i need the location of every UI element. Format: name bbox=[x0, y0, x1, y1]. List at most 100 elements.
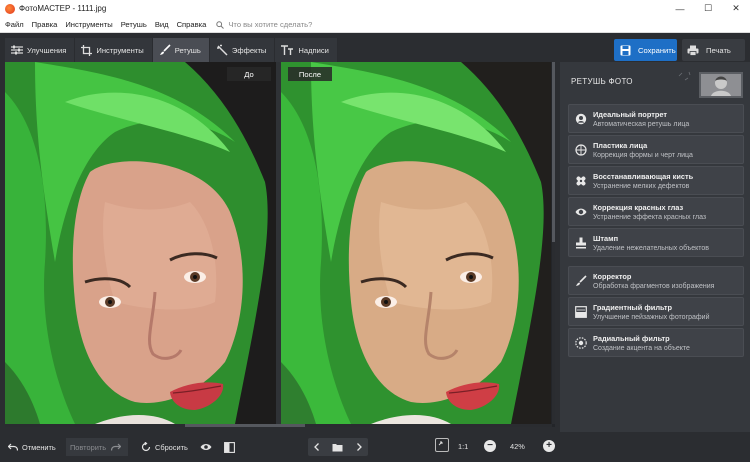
portrait-icon bbox=[574, 112, 588, 126]
tool-title: Радиальный фильтр bbox=[593, 334, 670, 343]
tool-title: Штамп bbox=[593, 234, 619, 243]
tool-title: Восстанавливающая кисть bbox=[593, 172, 694, 181]
tab-label: Ретушь bbox=[174, 45, 201, 55]
zoom-actual-size-button[interactable]: 1:1 bbox=[458, 442, 468, 451]
minimize-button[interactable]: — bbox=[666, 0, 694, 17]
text-icon bbox=[281, 45, 294, 55]
fit-icon bbox=[438, 441, 443, 446]
tool-description: Обработка фрагментов изображения bbox=[593, 283, 715, 290]
stamp-icon bbox=[574, 236, 588, 250]
tool-description: Удаление нежелательных объектов bbox=[593, 245, 709, 252]
tool-description: Устранение мелких дефектов bbox=[593, 183, 690, 190]
tool-title: Идеальный портрет bbox=[593, 110, 667, 119]
tab-enhancements[interactable]: Улучшения bbox=[5, 38, 76, 62]
title-bar: ФотоМАСТЕР - 1111.jpg — ☐ ✕ bbox=[0, 0, 750, 17]
scrollbar-thumb[interactable] bbox=[185, 424, 305, 427]
tab-bar: Улучшения Инструменты Ретушь Эффекты Над… bbox=[5, 38, 338, 62]
chevron-right-icon[interactable] bbox=[356, 443, 362, 451]
after-label: После bbox=[288, 67, 332, 81]
tool-radial-filter[interactable]: Радиальный фильтр Создание акцента на об… bbox=[568, 328, 744, 357]
retouch-tool-list: Идеальный портрет Автоматическая ретушь … bbox=[568, 104, 744, 359]
tool-corrector[interactable]: Корректор Обработка фрагментов изображен… bbox=[568, 266, 744, 295]
redo-button[interactable]: Повторить bbox=[66, 438, 128, 456]
maximize-button[interactable]: ☐ bbox=[694, 0, 722, 17]
crop-icon bbox=[81, 44, 93, 56]
bandage-icon bbox=[574, 174, 588, 188]
bottom-bar: Отменить Повторить Сбросить 1:1 − 42% + bbox=[0, 432, 750, 462]
tool-description: Устранение эффекта красных глаз bbox=[593, 214, 707, 221]
tool-face-plastic[interactable]: Пластика лица Коррекция формы и черт лиц… bbox=[568, 135, 744, 164]
menu-file[interactable]: Файл bbox=[0, 20, 28, 29]
tool-description: Улучшение пейзажных фотографий bbox=[593, 314, 710, 321]
tool-red-eye[interactable]: Коррекция красных глаз Устранение эффект… bbox=[568, 197, 744, 226]
tool-title: Пластика лица bbox=[593, 141, 648, 150]
reset-icon bbox=[141, 442, 151, 452]
compare-view-button[interactable] bbox=[224, 438, 239, 456]
retouch-panel: РЕТУШЬ ФОТО Идеальный портрет Автоматиче… bbox=[560, 62, 750, 432]
menu-help[interactable]: Справка bbox=[173, 20, 211, 29]
undo-button[interactable]: Отменить bbox=[8, 438, 56, 456]
tool-ideal-portrait[interactable]: Идеальный портрет Автоматическая ретушь … bbox=[568, 104, 744, 133]
menu-retouch[interactable]: Ретушь bbox=[117, 20, 151, 29]
tab-text[interactable]: Надписи bbox=[275, 38, 338, 62]
fit-to-screen-button[interactable] bbox=[435, 438, 449, 452]
brush-icon bbox=[574, 274, 588, 288]
zoom-out-button[interactable]: − bbox=[484, 440, 496, 452]
sliders-icon bbox=[11, 45, 23, 55]
vertical-scrollbar[interactable] bbox=[552, 62, 555, 424]
scrollbar-thumb[interactable] bbox=[552, 62, 555, 242]
preview-toggle-button[interactable] bbox=[200, 438, 216, 456]
panel-header: РЕТУШЬ ФОТО bbox=[560, 62, 750, 102]
horizontal-scrollbar[interactable] bbox=[5, 424, 552, 427]
tab-effects[interactable]: Эффекты bbox=[209, 38, 276, 62]
photo-before bbox=[5, 62, 276, 424]
floppy-disk-icon bbox=[620, 45, 631, 55]
tool-description: Коррекция формы и черт лица bbox=[593, 152, 693, 159]
chevron-left-icon[interactable] bbox=[314, 443, 320, 451]
radial-icon bbox=[574, 336, 588, 350]
app-logo-icon bbox=[5, 3, 15, 14]
menu-bar: Файл Правка Инструменты Ретушь Вид Справ… bbox=[0, 17, 750, 33]
print-label: Печать bbox=[706, 45, 731, 55]
undo-icon bbox=[8, 443, 18, 451]
printer-icon bbox=[687, 45, 699, 56]
tab-label: Надписи bbox=[298, 45, 329, 55]
eye-icon bbox=[574, 205, 588, 219]
tool-description: Создание акцента на объекте bbox=[593, 345, 690, 352]
tool-healing-brush[interactable]: Восстанавливающая кисть Устранение мелки… bbox=[568, 166, 744, 195]
before-label: До bbox=[227, 67, 271, 81]
tool-title: Коррекция красных глаз bbox=[593, 203, 684, 212]
split-view-icon bbox=[224, 441, 235, 453]
menu-edit[interactable]: Правка bbox=[28, 20, 62, 29]
gradient-icon bbox=[574, 305, 588, 319]
window-controls: — ☐ ✕ bbox=[666, 0, 750, 17]
print-button[interactable]: Печать bbox=[682, 39, 745, 61]
search-icon bbox=[216, 20, 225, 29]
save-button[interactable]: Сохранить bbox=[614, 39, 677, 61]
close-button[interactable]: ✕ bbox=[722, 0, 750, 17]
tool-gradient-filter[interactable]: Градиентный фильтр Улучшение пейзажных ф… bbox=[568, 297, 744, 326]
face-plastic-icon bbox=[574, 143, 588, 157]
portrait-thumbnail-icon bbox=[678, 71, 743, 98]
menu-tools[interactable]: Инструменты bbox=[61, 20, 116, 29]
menu-view[interactable]: Вид bbox=[151, 20, 173, 29]
panel-title: РЕТУШЬ ФОТО bbox=[571, 77, 633, 86]
image-navigation bbox=[308, 438, 368, 456]
command-search[interactable]: Что вы хотите сделать? bbox=[216, 20, 312, 29]
folder-icon[interactable] bbox=[332, 443, 343, 452]
tool-title: Градиентный фильтр bbox=[593, 303, 673, 312]
tool-stamp[interactable]: Штамп Удаление нежелательных объектов bbox=[568, 228, 744, 257]
photo-workspace[interactable]: До После bbox=[5, 62, 555, 427]
tool-description: Автоматическая ретушь лица bbox=[593, 121, 690, 128]
redo-icon bbox=[111, 443, 122, 451]
tab-retouch[interactable]: Ретушь bbox=[152, 38, 210, 62]
toolbar: Улучшения Инструменты Ретушь Эффекты Над… bbox=[0, 33, 750, 62]
zoom-level: 42% bbox=[510, 442, 525, 451]
zoom-in-button[interactable]: + bbox=[543, 440, 555, 452]
reset-button[interactable]: Сбросить bbox=[141, 438, 188, 456]
tab-tools[interactable]: Инструменты bbox=[75, 38, 153, 62]
reset-label: Сбросить bbox=[155, 442, 188, 452]
redo-label: Повторить bbox=[70, 442, 107, 452]
undo-label: Отменить bbox=[22, 442, 56, 452]
brush-icon bbox=[159, 44, 171, 55]
